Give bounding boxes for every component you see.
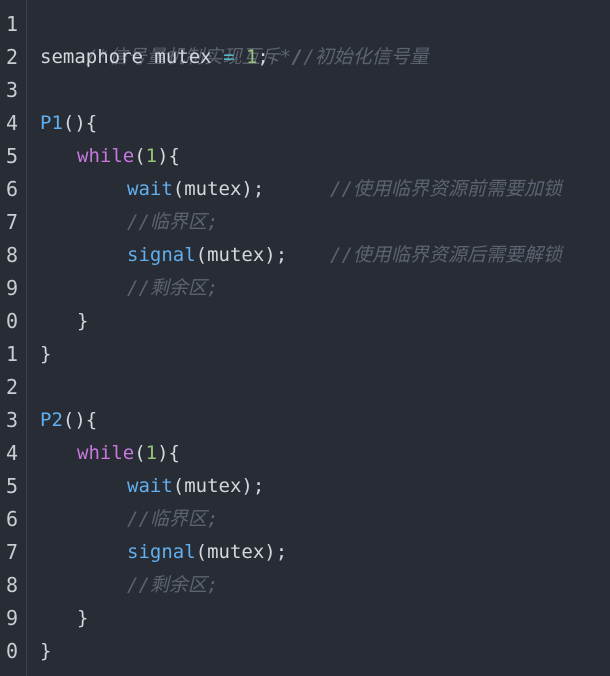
line-number: 4 (5, 441, 18, 465)
line-number: 4 (5, 111, 18, 135)
code-line: } (77, 602, 88, 635)
code-line: //临界区; (127, 206, 218, 239)
code-editor[interactable]: 1 2 3 4 5 6 7 8 9 0 1 2 3 4 5 6 7 8 9 0 … (0, 0, 610, 676)
line-number: 1 (5, 12, 18, 36)
number-literal: 1 (145, 145, 158, 167)
line-number-gutter: 1 2 3 4 5 6 7 8 9 0 1 2 3 4 5 6 7 8 9 0 (0, 0, 27, 676)
code-args: (mutex); (172, 178, 265, 200)
line-number: 2 (5, 45, 18, 69)
code-line: } (40, 338, 51, 371)
code-line: signal(mutex); (127, 239, 287, 272)
code-args: (mutex); (195, 541, 288, 563)
code-args: (mutex); (195, 244, 288, 266)
operator: = (223, 46, 235, 68)
line-number: 3 (5, 78, 18, 102)
code-line: /*信号量机制实现互斥*/ (40, 8, 303, 68)
code-line: wait(mutex); (127, 470, 264, 503)
closing-brace: } (77, 607, 89, 629)
keyword: while (77, 145, 135, 167)
code-punctuation: (){ (62, 409, 98, 431)
closing-brace: } (40, 343, 52, 365)
code-line: P1(){ (40, 107, 97, 140)
code-line: //使用临界资源后需要解锁 (330, 239, 562, 272)
code-line: //剩余区; (127, 569, 218, 602)
code-line: } (40, 635, 51, 668)
code-comment: //使用临界资源后需要解锁 (330, 244, 562, 266)
function-name: signal (127, 244, 196, 266)
line-number: 6 (5, 177, 18, 201)
code-comment: //初始化信号量 (291, 46, 429, 68)
line-number: 1 (5, 342, 18, 366)
variable-name: mutex (154, 46, 212, 68)
line-number: 7 (5, 210, 18, 234)
code-punctuation: ( (134, 145, 146, 167)
line-number: 0 (5, 309, 18, 333)
number-literal: 1 (145, 442, 158, 464)
code-comment: //剩余区; (127, 574, 219, 596)
function-name: signal (127, 541, 196, 563)
function-name: wait (127, 178, 173, 200)
keyword: while (77, 442, 135, 464)
code-punctuation: ){ (157, 442, 180, 464)
line-number: 5 (5, 144, 18, 168)
code-punctuation: ){ (157, 145, 180, 167)
type-keyword: semaphore (40, 46, 143, 68)
line-number: 8 (5, 243, 18, 267)
code-comment: //使用临界资源前需要加锁 (330, 178, 562, 200)
code-line: P2(){ (40, 404, 97, 437)
closing-brace: } (77, 310, 89, 332)
code-comment: //剩余区; (127, 277, 219, 299)
line-number: 9 (5, 606, 18, 630)
code-line: signal(mutex); (127, 536, 287, 569)
code-line: semaphore mutex = 1; //初始化信号量 (40, 41, 429, 74)
code-punctuation: ( (134, 442, 146, 464)
code-line: //使用临界资源前需要加锁 (330, 173, 562, 206)
number-literal: 1 (245, 46, 258, 68)
line-number: 7 (5, 540, 18, 564)
code-args: (mutex); (172, 475, 265, 497)
code-line: while(1){ (77, 140, 180, 173)
function-name: wait (127, 475, 173, 497)
function-name: P2 (40, 409, 63, 431)
code-line: //剩余区; (127, 272, 218, 305)
code-comment: //临界区; (127, 508, 219, 530)
line-number: 3 (5, 408, 18, 432)
line-number: 5 (5, 474, 18, 498)
code-line: //临界区; (127, 503, 218, 536)
code-comment: //临界区; (127, 211, 219, 233)
line-number: 8 (5, 573, 18, 597)
line-number: 0 (5, 639, 18, 663)
code-line: while(1){ (77, 437, 180, 470)
code-punctuation: (){ (62, 112, 98, 134)
semicolon: ; (257, 46, 269, 68)
function-name: P1 (40, 112, 63, 134)
closing-brace: } (40, 640, 52, 662)
code-line: } (77, 305, 88, 338)
line-number: 2 (5, 375, 18, 399)
line-number: 6 (5, 507, 18, 531)
line-number: 9 (5, 276, 18, 300)
code-line: wait(mutex); (127, 173, 264, 206)
